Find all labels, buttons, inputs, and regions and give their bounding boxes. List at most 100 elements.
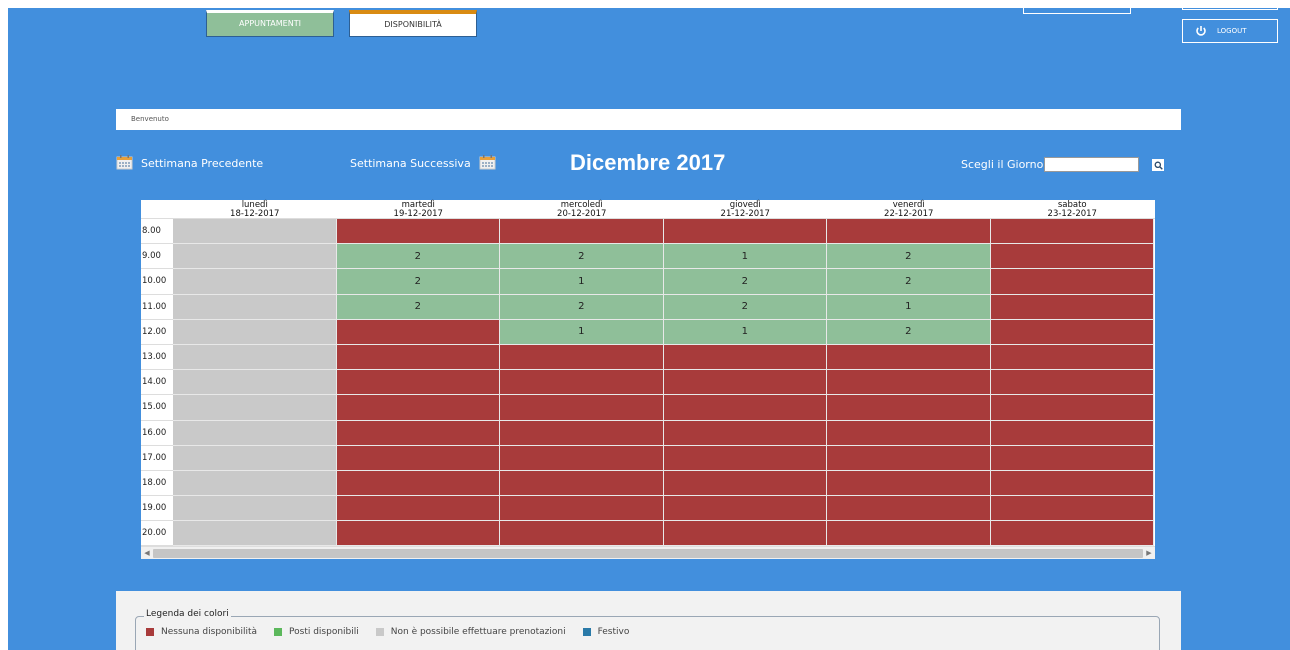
time-slot-none <box>990 470 1154 497</box>
time-slot-none <box>990 344 1154 371</box>
weekly-calendar: lunedì 18-12-2017 martedì 19-12-2017 mercole… <box>141 200 1155 560</box>
time-row: 17.00 <box>141 445 1155 471</box>
day-picker-input[interactable] <box>1044 157 1139 172</box>
scroll-left-arrow[interactable]: ◀ <box>141 547 153 560</box>
time-slot-none <box>990 496 1154 522</box>
time-slot-avail[interactable]: 2 <box>336 294 500 320</box>
time-slot-closed <box>173 395 337 421</box>
calendar-body: 8.00 9.00 2 2 1 2 10.00 2 1 2 2 11.00 2 2 2 1 12.00 1 1 2 13… <box>141 219 1155 547</box>
power-icon <box>1196 26 1206 36</box>
time-slot-none <box>990 269 1154 295</box>
time-slot-none <box>336 496 500 522</box>
legend-item: Posti disponibili <box>274 627 359 637</box>
time-slot-avail[interactable]: 1 <box>663 319 827 345</box>
time-slot-avail[interactable]: 2 <box>827 319 991 345</box>
time-slot-none <box>827 219 991 245</box>
time-slot-none <box>990 219 1154 245</box>
time-slot-none <box>663 470 827 497</box>
time-slot-avail[interactable]: 2 <box>336 244 500 270</box>
time-label: 19.00 <box>141 496 173 522</box>
time-slot-none <box>500 521 664 547</box>
legend-swatch <box>375 628 384 636</box>
time-slot-none <box>500 445 664 471</box>
time-slot-avail[interactable]: 2 <box>500 244 664 270</box>
time-slot-none <box>336 470 500 497</box>
legend-swatch <box>146 628 154 636</box>
day-header: mercoledì 20-12-2017 <box>500 200 664 219</box>
time-label: 8.00 <box>141 219 173 245</box>
previous-week-link[interactable]: Settimana Precedente <box>116 154 263 173</box>
top-menu-button-2[interactable] <box>1182 8 1278 10</box>
time-row: 19.00 <box>141 496 1155 522</box>
time-slot-none <box>990 521 1154 547</box>
time-slot-none <box>336 445 500 471</box>
time-slot-none <box>990 294 1154 320</box>
legend-item: Festivo <box>582 627 629 637</box>
time-slot-none <box>990 420 1154 446</box>
time-slot-none <box>990 395 1154 421</box>
day-header: venerdì 22-12-2017 <box>827 200 991 219</box>
legend-box: Legenda dei colori Nessuna disponibilità… <box>135 609 1160 650</box>
time-slot-avail[interactable]: 2 <box>336 269 500 295</box>
time-slot-avail[interactable]: 1 <box>663 244 827 270</box>
legend-items: Nessuna disponibilità Posti disponibili No… <box>146 627 646 637</box>
next-week-link[interactable]: Settimana Successiva <box>350 154 496 173</box>
time-row: 9.00 2 2 1 2 <box>141 244 1155 270</box>
time-slot-avail[interactable]: 2 <box>500 294 664 320</box>
time-slot-avail[interactable]: 2 <box>663 269 827 295</box>
time-label: 18.00 <box>141 470 173 497</box>
legend-label: Non è possibile effettuare prenotazioni <box>390 627 566 637</box>
tab-disponibilita[interactable]: DISPONIBILITÀ <box>349 10 477 37</box>
next-week-label: Settimana Successiva <box>350 157 471 170</box>
top-menu-button[interactable] <box>1023 8 1131 14</box>
tab-appuntamenti[interactable]: APPUNTAMENTI <box>206 10 334 37</box>
time-row: 13.00 <box>141 344 1155 371</box>
time-slot-avail[interactable]: 2 <box>827 269 991 295</box>
time-slot-closed <box>173 445 337 471</box>
time-slot-avail[interactable]: 2 <box>663 294 827 320</box>
time-slot-avail[interactable]: 1 <box>500 319 664 345</box>
time-slot-avail[interactable]: 1 <box>827 294 991 320</box>
time-slot-closed <box>173 294 337 320</box>
scroll-thumb[interactable] <box>153 548 1143 558</box>
logout-button[interactable]: LOGOUT <box>1182 19 1278 43</box>
calendar-icon <box>116 154 133 173</box>
calendar-icon <box>479 154 496 173</box>
time-label: 15.00 <box>141 395 173 421</box>
day-date: 23-12-2017 <box>1047 209 1097 219</box>
time-slot-none <box>336 319 500 345</box>
time-label: 12.00 <box>141 319 173 345</box>
time-slot-none <box>663 420 827 446</box>
time-slot-closed <box>173 344 337 371</box>
scroll-right-arrow[interactable]: ▶ <box>1143 547 1155 560</box>
time-slot-none <box>500 344 664 371</box>
time-row: 18.00 <box>141 470 1155 497</box>
time-slot-none <box>827 395 991 421</box>
time-slot-none <box>663 521 827 547</box>
time-label: 16.00 <box>141 420 173 446</box>
time-slot-none <box>663 370 827 396</box>
app-background: APPUNTAMENTI DISPONIBILITÀ LOGOUT Benven… <box>8 8 1290 650</box>
time-slot-none <box>336 370 500 396</box>
search-button[interactable] <box>1152 159 1164 171</box>
time-row: 11.00 2 2 2 1 <box>141 294 1155 320</box>
time-slot-none <box>827 470 991 497</box>
time-slot-avail[interactable]: 1 <box>500 269 664 295</box>
time-slot-none <box>500 370 664 396</box>
time-slot-none <box>990 370 1154 396</box>
time-slot-none <box>827 496 991 522</box>
time-slot-avail[interactable]: 2 <box>827 244 991 270</box>
time-label: 9.00 <box>141 244 173 270</box>
time-slot-none <box>827 521 991 547</box>
legend-label: Nessuna disponibilità <box>161 627 258 637</box>
time-slot-closed <box>173 244 337 270</box>
previous-week-label: Settimana Precedente <box>141 157 264 170</box>
horizontal-scrollbar[interactable]: ◀ ▶ <box>141 546 1155 560</box>
time-slot-none <box>500 395 664 421</box>
time-slot-closed <box>173 370 337 396</box>
time-slot-none <box>663 219 827 245</box>
time-slot-none <box>663 445 827 471</box>
month-title: Dicembre 2017 <box>570 150 726 175</box>
calendar-header: lunedì 18-12-2017 martedì 19-12-2017 mercole… <box>141 200 1155 219</box>
time-slot-closed <box>173 420 337 446</box>
